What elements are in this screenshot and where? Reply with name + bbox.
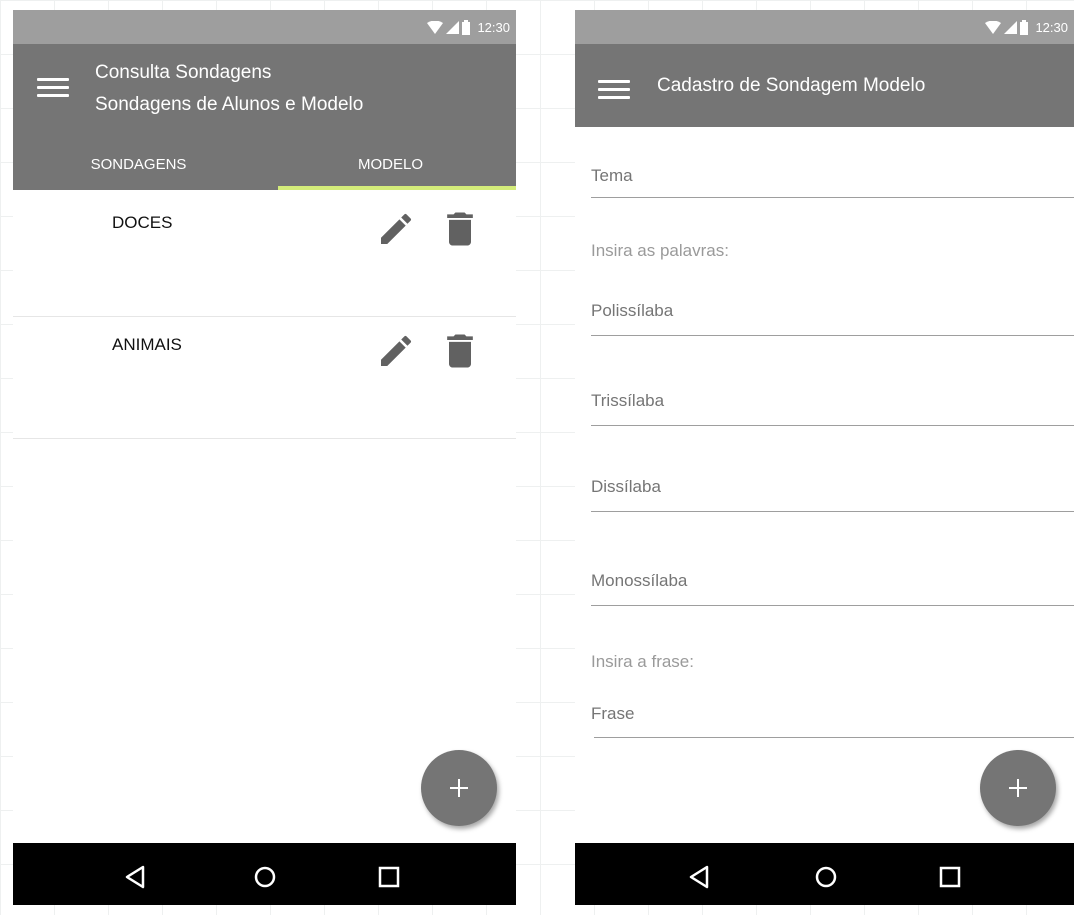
frase-underline [594,737,1074,738]
recents-icon[interactable] [936,863,964,891]
edit-icon[interactable] [376,331,416,371]
frase-field[interactable]: Frase [591,704,634,724]
add-icon [1009,779,1027,797]
menu-icon[interactable] [598,78,630,100]
polissilaba-field[interactable]: Polissílaba [591,301,673,321]
add-button[interactable] [980,750,1056,826]
monossilaba-underline [591,605,1074,606]
status-bar: 12:30 [13,10,516,44]
system-nav-bar [575,843,1074,905]
tema-underline [591,197,1074,198]
list-item-title: ANIMAIS [112,335,182,354]
edit-icon[interactable] [376,209,416,249]
back-icon[interactable] [685,863,713,891]
home-icon[interactable] [251,863,279,891]
polissilaba-underline [591,335,1074,336]
list-item[interactable]: ANIMAIS [13,317,516,439]
status-time: 12:30 [477,19,510,35]
trissilaba-field[interactable]: Trissílaba [591,391,664,411]
dissilaba-underline [591,511,1074,512]
list-item[interactable]: DOCES [13,195,516,317]
page-title: Consulta Sondagens [95,62,272,83]
tab-sondagens[interactable]: SONDAGENS [13,156,264,173]
recents-icon[interactable] [375,863,403,891]
monossilaba-field[interactable]: Monossílaba [591,571,687,591]
page-subtitle: Sondagens de Alunos e Modelo [95,94,364,115]
battery-icon [462,19,471,35]
tema-field[interactable]: Tema [591,166,633,186]
status-time: 12:30 [1035,19,1068,35]
right-phone-screen: 12:30 Cadastro de Sondagem Modelo Tema I… [575,10,1074,905]
delete-icon[interactable] [438,205,482,253]
system-nav-bar [13,843,516,905]
status-icons: 12:30 [985,18,1068,36]
battery-icon [1020,19,1029,35]
add-button[interactable] [421,750,497,826]
phrase-hint: Insira a frase: [591,652,694,671]
wifi-icon [985,20,1002,34]
left-phone-screen: 12:30 Consulta Sondagens Sondagens de Al… [13,10,516,905]
tab-indicator [278,186,516,190]
page-title: Cadastro de Sondagem Modelo [657,75,926,96]
dissilaba-field[interactable]: Dissílaba [591,477,661,497]
delete-icon[interactable] [438,327,482,375]
back-icon[interactable] [121,863,149,891]
app-bar: Consulta Sondagens Sondagens de Alunos e… [13,44,516,190]
trissilaba-underline [591,425,1074,426]
list-item-title: DOCES [112,213,173,232]
signal-icon [1004,20,1018,34]
words-hint: Insira as palavras: [591,241,729,260]
tab-modelo[interactable]: MODELO [265,156,516,173]
menu-icon[interactable] [37,76,69,98]
app-bar: Cadastro de Sondagem Modelo [575,44,1074,127]
status-icons: 12:30 [427,18,510,36]
signal-icon [446,20,460,34]
wifi-icon [427,20,444,34]
status-bar: 12:30 [575,10,1074,44]
home-icon[interactable] [812,863,840,891]
add-icon [450,779,468,797]
